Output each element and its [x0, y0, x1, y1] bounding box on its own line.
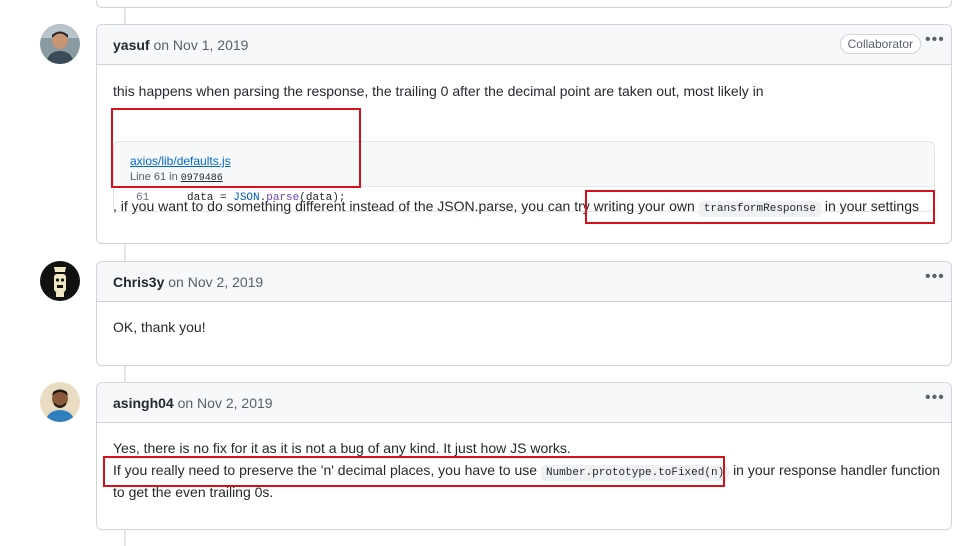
comment-header: yasuf on Nov 1, 2019 Collaborator ••• — [97, 25, 951, 65]
comment-text: OK, thank you! — [113, 319, 206, 335]
author-link[interactable]: yasuf — [113, 37, 150, 53]
comment-date[interactable]: on Nov 1, 2019 — [153, 37, 248, 53]
comment-header: Chris3y on Nov 2, 2019 ••• — [97, 262, 951, 302]
comment-meta: asingh04 on Nov 2, 2019 — [113, 395, 273, 411]
comment-chris3y: Chris3y on Nov 2, 2019 ••• OK, thank you… — [96, 261, 952, 366]
comment-meta: Chris3y on Nov 2, 2019 — [113, 274, 263, 290]
comment-header: asingh04 on Nov 2, 2019 ••• — [97, 383, 951, 423]
kebab-horizontal-icon[interactable]: ••• — [925, 390, 944, 407]
text-segment-end: in your response handler function — [733, 462, 941, 478]
highlight-box — [585, 190, 935, 224]
avatar-yasuf[interactable] — [40, 24, 80, 64]
highlight-box — [103, 456, 725, 487]
kebab-horizontal-icon[interactable]: ••• — [925, 269, 944, 286]
previous-comment-box — [96, 0, 952, 8]
avatar-asingh04[interactable] — [40, 382, 80, 422]
author-link[interactable]: asingh04 — [113, 395, 174, 411]
highlight-box — [111, 108, 361, 188]
kebab-horizontal-icon[interactable]: ••• — [925, 32, 944, 49]
comment-text: this happens when parsing the response, … — [113, 83, 764, 99]
collaborator-badge: Collaborator — [839, 34, 921, 54]
comment-date[interactable]: on Nov 2, 2019 — [178, 395, 273, 411]
comment-date[interactable]: on Nov 2, 2019 — [168, 274, 263, 290]
author-link[interactable]: Chris3y — [113, 274, 164, 290]
comment-meta: yasuf on Nov 1, 2019 — [113, 37, 248, 53]
avatar-chris3y[interactable] — [40, 261, 80, 301]
